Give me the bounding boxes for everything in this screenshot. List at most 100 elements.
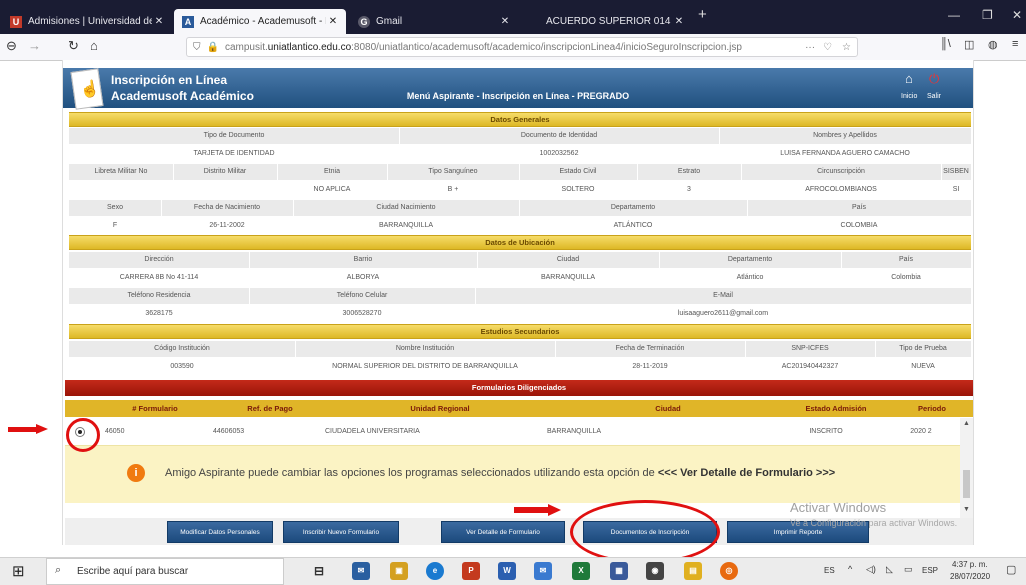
- battery-icon[interactable]: ▭: [904, 564, 913, 575]
- windows-taskbar: ⊞ ⌕ Escribe aquí para buscar ⊟ ✉ ▣ e P W…: [0, 557, 1026, 585]
- section-datos-generales: Datos Generales: [69, 112, 971, 127]
- home-icon[interactable]: ⌂: [905, 71, 913, 86]
- ver-detalle-link[interactable]: <<< Ver Detalle de Formulario >>>: [658, 467, 835, 479]
- value: CARRERA 8B No 41-114: [119, 274, 199, 281]
- scrollbar[interactable]: ▲ ▼: [960, 418, 973, 518]
- inscribir-formulario-button[interactable]: Inscribir Nuevo Formulario: [283, 521, 399, 543]
- close-tab-icon[interactable]: ✕: [672, 16, 686, 27]
- excel-icon[interactable]: X: [572, 562, 590, 580]
- library-icon[interactable]: ║\: [940, 38, 951, 50]
- bookmark-star-icon[interactable]: ☆: [842, 42, 851, 53]
- sidebar-icon[interactable]: ◫: [964, 38, 974, 51]
- column-header: Estado Admisión: [805, 404, 867, 413]
- section-estudios-secundarios: Estudios Secundarios: [69, 324, 971, 339]
- browser-nav-bar: ⊖ → ↻ ⌂ ⛉ 🔒 campusit. uniatlantico.edu.co…: [0, 34, 1026, 61]
- value: Atlántico: [736, 274, 764, 281]
- label: Ciudad Nacimiento: [293, 200, 520, 216]
- new-tab-icon[interactable]: +: [698, 6, 707, 23]
- home-icon[interactable]: ⌂: [90, 38, 98, 53]
- tab-label: Admisiones | Universidad del A: [28, 16, 152, 27]
- value: 003590: [170, 363, 194, 370]
- value-row: 003590 NORMAL SUPERIOR DEL DISTRITO DE B…: [69, 359, 971, 375]
- close-tab-icon[interactable]: ✕: [152, 16, 166, 27]
- windows-start-icon[interactable]: ⊞: [12, 562, 25, 580]
- clock-date[interactable]: 28/07/2020: [950, 572, 990, 581]
- browser-tab-bar: U Admisiones | Universidad del A ✕ A Aca…: [0, 0, 1026, 34]
- label: Ciudad: [477, 252, 660, 268]
- taskbar-app-icon[interactable]: ▤: [684, 562, 702, 580]
- u-favicon-icon: U: [10, 15, 22, 28]
- label: Teléfono Celular: [249, 288, 476, 304]
- label: Documento de Identidad: [399, 128, 720, 144]
- label: Etnia: [277, 164, 388, 180]
- taskbar-app-icon[interactable]: ▦: [610, 562, 628, 580]
- red-ellipse-annotation: [570, 500, 720, 564]
- value: ALBORYA: [346, 274, 380, 281]
- tab-admisiones[interactable]: U Admisiones | Universidad del A ✕: [2, 9, 172, 34]
- firefox-icon[interactable]: ◎: [720, 562, 738, 580]
- taskbar-app-icon[interactable]: ✉: [352, 562, 370, 580]
- notifications-icon[interactable]: ▢: [1006, 563, 1016, 576]
- ver-detalle-button[interactable]: Ver Detalle de Formulario: [441, 521, 565, 543]
- scroll-up-icon[interactable]: ▲: [963, 420, 970, 427]
- close-tab-icon[interactable]: ✕: [498, 16, 512, 27]
- value-row: 3628175 3006528270 luisaaguero2611@gmail…: [69, 306, 971, 322]
- cell: 44606053: [213, 428, 245, 435]
- menu-icon[interactable]: ≡: [1012, 38, 1018, 50]
- column-header: Ref. de Pago: [247, 404, 293, 413]
- scroll-thumb[interactable]: [963, 470, 970, 498]
- powerpoint-icon[interactable]: P: [462, 562, 480, 580]
- info-text: Amigo Aspirante puede cambiar las opcion…: [165, 467, 655, 479]
- app-header: ☝ Inscripción en Línea Academusoft Acadé…: [63, 68, 973, 110]
- close-window-icon[interactable]: ✕: [1012, 8, 1022, 22]
- reload-icon[interactable]: ↻: [68, 38, 79, 54]
- tab-label: Académico - Academusoft - I: [200, 16, 326, 27]
- url-path: :8080/uniatlantico/academusoft/academico…: [351, 41, 742, 53]
- network-icon[interactable]: ◺: [886, 564, 893, 575]
- power-icon[interactable]: ⏻: [929, 71, 939, 87]
- label: Departamento: [519, 200, 748, 216]
- modificar-datos-button[interactable]: Modificar Datos Personales: [167, 521, 273, 543]
- info-icon: i: [127, 464, 145, 482]
- account-icon[interactable]: ◍: [988, 38, 998, 51]
- page-actions-icon[interactable]: ···: [805, 42, 815, 53]
- tab-gmail[interactable]: G Gmail ✕: [350, 9, 518, 34]
- tab-academico[interactable]: A Académico - Academusoft - I ✕: [174, 9, 346, 34]
- minimize-icon[interactable]: —: [948, 8, 960, 22]
- address-bar[interactable]: ⛉ 🔒 campusit. uniatlantico.edu.co:8080/un…: [186, 37, 858, 57]
- info-panel: i Amigo Aspirante puede cambiar las opci…: [65, 445, 960, 503]
- volume-icon[interactable]: ◁): [866, 564, 876, 575]
- edge-icon[interactable]: e: [426, 562, 444, 580]
- forward-icon[interactable]: →: [28, 38, 41, 53]
- word-icon[interactable]: W: [498, 562, 516, 580]
- tray-chevron-icon[interactable]: ^: [848, 564, 852, 574]
- taskbar-search-box[interactable]: ⌕ Escribe aquí para buscar: [46, 558, 284, 585]
- a-favicon-icon: A: [182, 15, 194, 28]
- column-header: # Formulario: [132, 404, 178, 413]
- language-label[interactable]: ES: [824, 566, 835, 575]
- value: 3628175: [145, 310, 173, 317]
- shield-icon: ⛉: [193, 41, 201, 53]
- keyboard-label[interactable]: ESP: [922, 566, 938, 575]
- taskbar-app-icon[interactable]: ◉: [646, 562, 664, 580]
- close-tab-icon[interactable]: ✕: [326, 16, 340, 27]
- app-title: Inscripción en Línea: [111, 73, 228, 87]
- search-placeholder: Escribe aquí para buscar: [77, 566, 189, 577]
- tab-acuerdo[interactable]: ACUERDO SUPERIOR 014 DE 15 DE ✕: [520, 9, 692, 34]
- table-row[interactable]: 46050 44606053 CIUDADELA UNIVERSITARIA B…: [65, 422, 960, 442]
- mail-icon[interactable]: ✉: [534, 562, 552, 580]
- maximize-icon[interactable]: ❐: [982, 8, 993, 22]
- label: Libreta Militar No: [69, 164, 174, 180]
- clock-time[interactable]: 4:37 p. m.: [952, 560, 988, 569]
- task-view-icon[interactable]: ⊟: [310, 562, 328, 580]
- inicio-label: Inicio: [901, 93, 918, 100]
- label: Nombres y Apellidos: [719, 128, 972, 144]
- cell: 46050: [105, 428, 125, 435]
- section-datos-ubicacion: Datos de Ubicación: [69, 235, 971, 250]
- label: Nombre Institución: [295, 341, 556, 357]
- back-icon[interactable]: ⊖: [6, 38, 17, 54]
- pocket-icon[interactable]: ♡: [823, 42, 832, 53]
- store-icon[interactable]: ▣: [390, 562, 408, 580]
- red-arrow-left-icon: [8, 424, 48, 434]
- scroll-down-icon[interactable]: ▼: [963, 506, 970, 513]
